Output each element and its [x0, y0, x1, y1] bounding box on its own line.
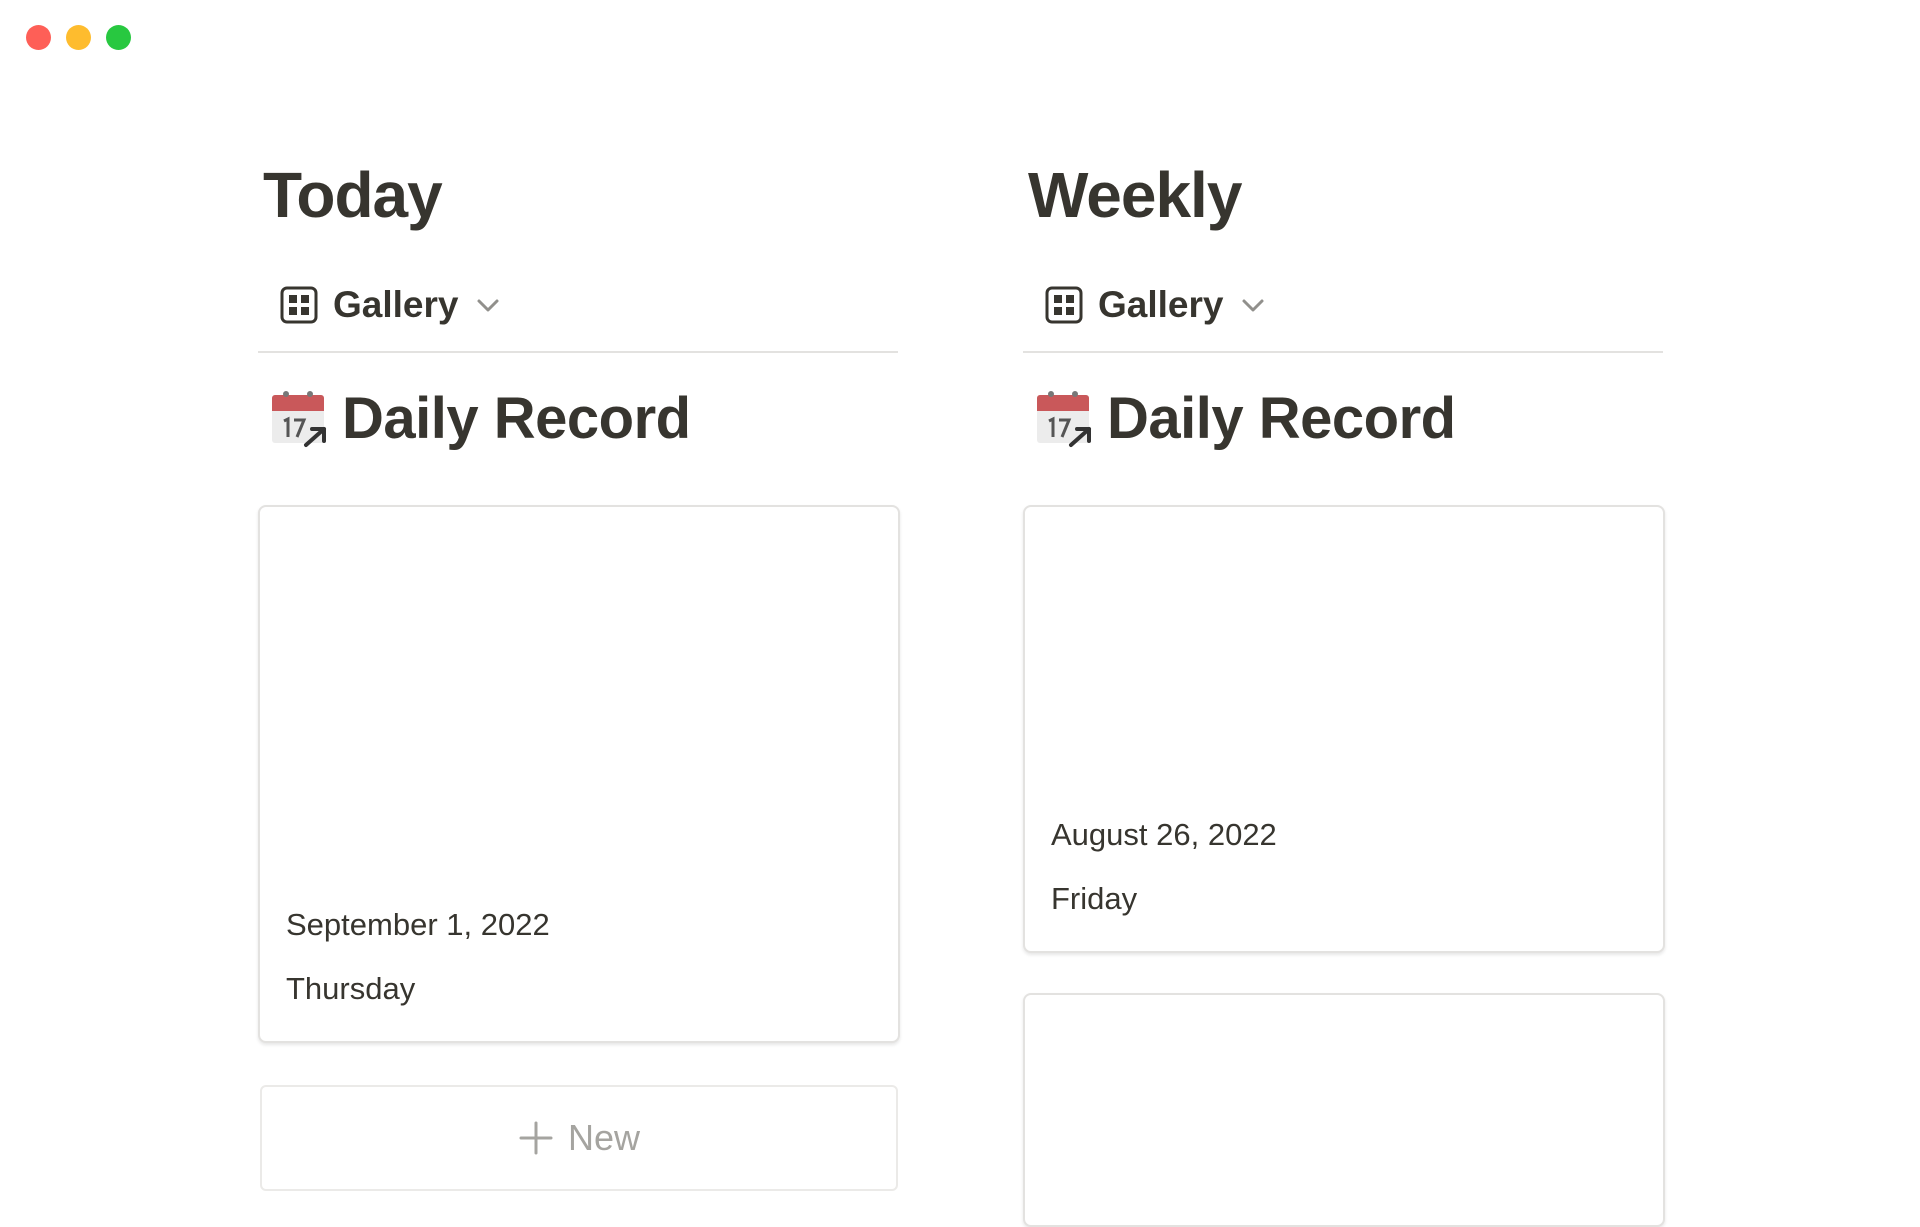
new-button-label: New: [567, 1117, 641, 1158]
database-title-text: Daily Record: [342, 386, 691, 451]
view-label: Gallery: [333, 284, 459, 325]
view-label: Gallery: [1098, 284, 1224, 325]
calendar-icon: [272, 390, 326, 447]
gallery-grid-icon: [280, 286, 318, 324]
view-divider: [258, 351, 898, 353]
gallery-grid-icon: [1045, 286, 1083, 324]
plus-icon: [519, 1121, 553, 1155]
view-divider: [1023, 351, 1663, 353]
window-controls: [26, 25, 131, 50]
column-title: Today: [263, 159, 443, 231]
chevron-down-icon: [477, 299, 499, 312]
view-switcher[interactable]: Gallery: [1045, 276, 1266, 334]
view-switcher[interactable]: Gallery: [280, 276, 501, 334]
gallery-card[interactable]: [1023, 993, 1665, 1227]
card-date: September 1, 2022: [286, 907, 550, 942]
database-title[interactable]: Daily Record: [270, 385, 691, 452]
gallery-card[interactable]: September 1, 2022 Thursday: [258, 505, 900, 1043]
card-date: August 26, 2022: [1051, 817, 1277, 852]
chevron-down-icon: [1242, 299, 1264, 312]
calendar-icon: [1037, 390, 1091, 447]
database-title[interactable]: Daily Record: [1035, 385, 1456, 452]
close-window-button[interactable]: [26, 25, 51, 50]
minimize-window-button[interactable]: [66, 25, 91, 50]
card-weekday: Thursday: [286, 971, 416, 1006]
zoom-window-button[interactable]: [106, 25, 131, 50]
column-title: Weekly: [1028, 159, 1242, 231]
database-title-text: Daily Record: [1107, 386, 1456, 451]
gallery-card[interactable]: August 26, 2022 Friday: [1023, 505, 1665, 953]
new-page-button[interactable]: New: [260, 1085, 898, 1191]
card-weekday: Friday: [1051, 881, 1138, 916]
